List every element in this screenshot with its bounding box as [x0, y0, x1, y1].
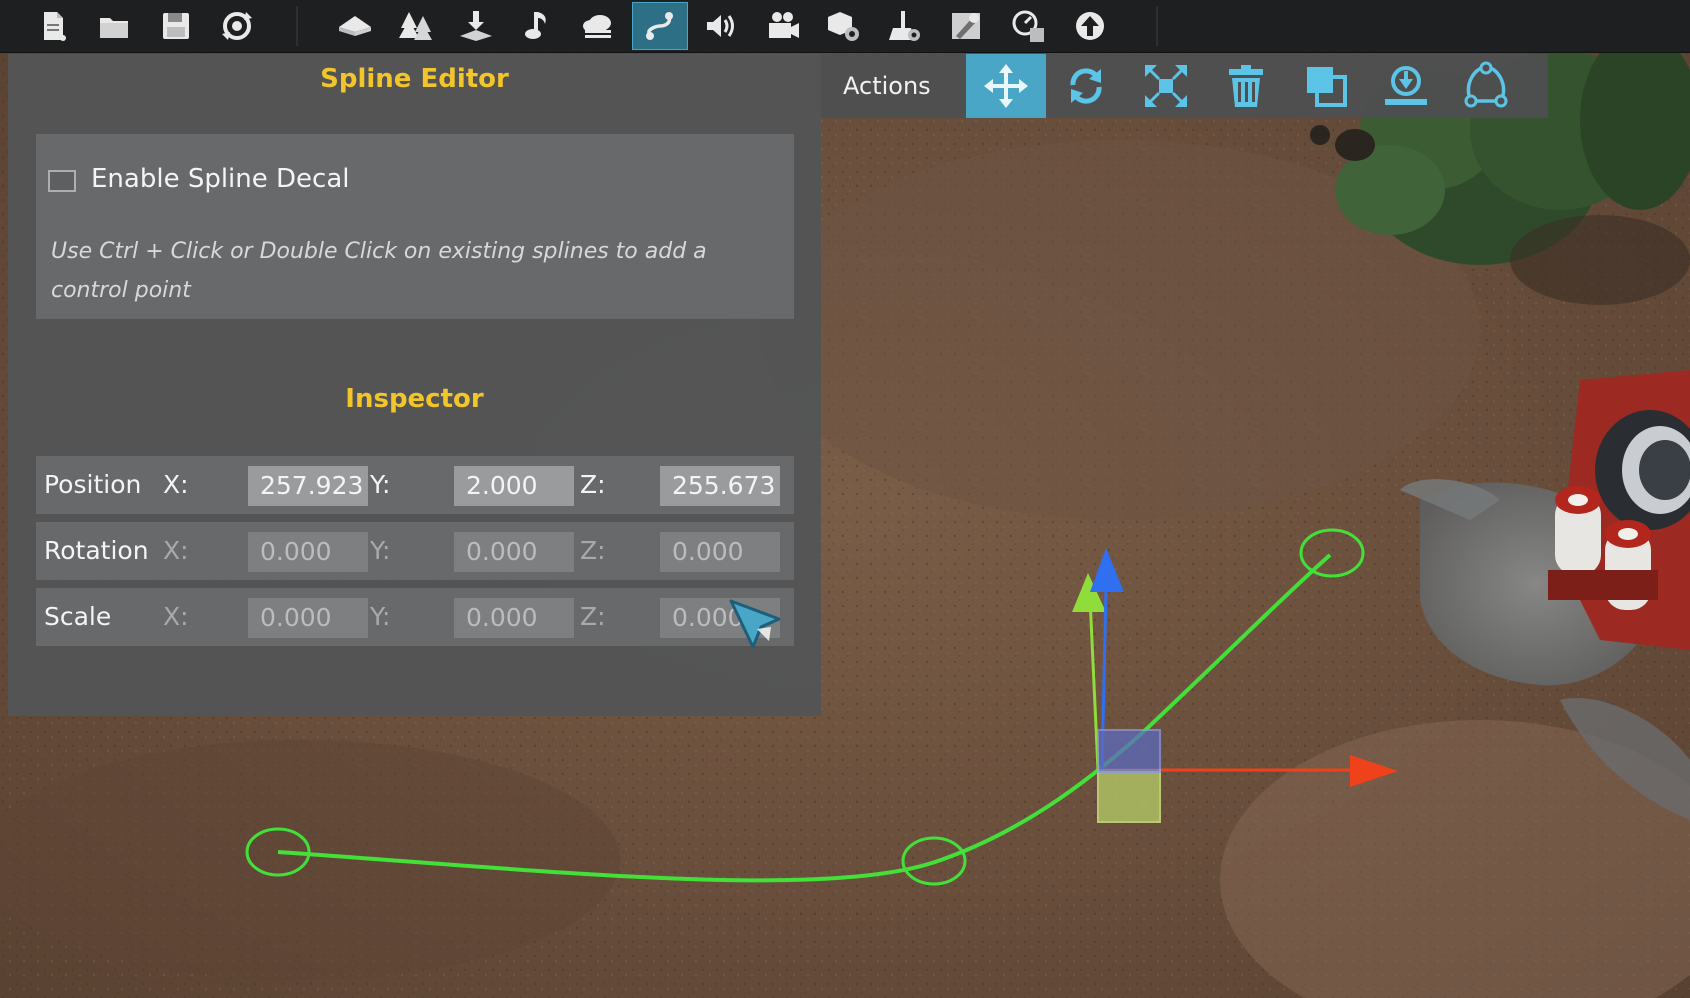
- scale-z-label: Z:: [580, 602, 606, 631]
- move-button[interactable]: [966, 54, 1046, 118]
- panel-title: Spline Editor: [320, 64, 509, 94]
- duplicate-button[interactable]: [1286, 54, 1366, 118]
- spline-editor-panel: Spline Editor Enable Spline Decal Use Ct…: [8, 54, 821, 716]
- objects-settings-icon[interactable]: [816, 2, 872, 50]
- delete-icon: [1229, 65, 1263, 107]
- spline-nodes-icon: [1464, 61, 1508, 108]
- scale-button[interactable]: [1126, 54, 1206, 118]
- music-icon[interactable]: [509, 2, 565, 50]
- position-x-label: X:: [163, 470, 189, 499]
- scale-label: Scale: [44, 602, 112, 631]
- spline-nodes-button[interactable]: [1446, 54, 1526, 118]
- rotation-row: Rotation X: 0.000 Y: 0.000 Z: 0.000: [36, 522, 794, 580]
- position-z-field[interactable]: 255.673: [660, 466, 780, 506]
- position-y-label: Y:: [370, 470, 391, 499]
- move-icon: [984, 64, 1028, 108]
- duplicate-icon: [1307, 67, 1347, 107]
- rotate-button[interactable]: [1046, 54, 1126, 118]
- decal-section: Enable Spline Decal Use Ctrl + Click or …: [36, 134, 794, 319]
- rotation-y-field[interactable]: 0.000: [454, 532, 574, 572]
- rotation-label: Rotation: [44, 536, 149, 565]
- camera-icon[interactable]: [755, 2, 811, 50]
- snap-to-ground-icon: [1385, 66, 1427, 105]
- open-folder-icon[interactable]: [86, 2, 142, 50]
- rotation-z-label: Z:: [580, 536, 606, 565]
- position-y-field[interactable]: 2.000: [454, 466, 574, 506]
- refresh-icon[interactable]: [209, 2, 265, 50]
- scale-x-label: X:: [163, 602, 189, 631]
- inspector-title: Inspector: [345, 384, 484, 414]
- upload-icon[interactable]: [1062, 2, 1118, 50]
- terrain-icon[interactable]: [327, 2, 383, 50]
- delete-button[interactable]: [1206, 54, 1286, 118]
- scale-icon: [1145, 65, 1187, 107]
- tools-icon[interactable]: [938, 2, 994, 50]
- scale-y-field[interactable]: 0.000: [454, 598, 574, 638]
- actions-bar: Actions: [821, 54, 1548, 118]
- trees-icon[interactable]: [387, 2, 443, 50]
- snap-to-ground-button[interactable]: [1366, 54, 1446, 118]
- spline-hint-text: Use Ctrl + Click or Double Click on exis…: [51, 239, 707, 303]
- rotation-z-field[interactable]: 0.000: [660, 532, 780, 572]
- performance-icon[interactable]: [1000, 2, 1056, 50]
- main-toolbar: [0, 0, 1690, 53]
- terrain-stamp-icon[interactable]: [448, 2, 504, 50]
- document-settings-icon[interactable]: [877, 2, 933, 50]
- new-file-icon[interactable]: [25, 2, 81, 50]
- rotation-y-label: Y:: [370, 536, 391, 565]
- spline-icon[interactable]: [632, 2, 688, 50]
- cloud-icon[interactable]: [570, 2, 626, 50]
- position-x-field[interactable]: 257.923: [248, 466, 368, 506]
- enable-spline-decal-label[interactable]: Enable Spline Decal: [91, 164, 350, 194]
- position-z-label: Z:: [580, 470, 606, 499]
- save-icon[interactable]: [148, 2, 204, 50]
- position-row: Position X: 257.923 Y: 2.000 Z: 255.673: [36, 456, 794, 514]
- enable-spline-decal-checkbox[interactable]: [48, 170, 76, 192]
- scale-y-label: Y:: [370, 602, 391, 631]
- rotate-icon: [1070, 68, 1102, 104]
- speaker-icon[interactable]: [693, 2, 749, 50]
- scale-row: Scale X: 0.000 Y: 0.000 Z: 0.000: [36, 588, 794, 646]
- position-label: Position: [44, 470, 142, 499]
- rotation-x-label: X:: [163, 536, 189, 565]
- gizmo-plane-handle[interactable]: [1097, 769, 1161, 823]
- scale-x-field[interactable]: 0.000: [248, 598, 368, 638]
- actions-label: Actions: [843, 72, 931, 100]
- rotation-x-field[interactable]: 0.000: [248, 532, 368, 572]
- mouse-cursor-icon: [729, 599, 781, 649]
